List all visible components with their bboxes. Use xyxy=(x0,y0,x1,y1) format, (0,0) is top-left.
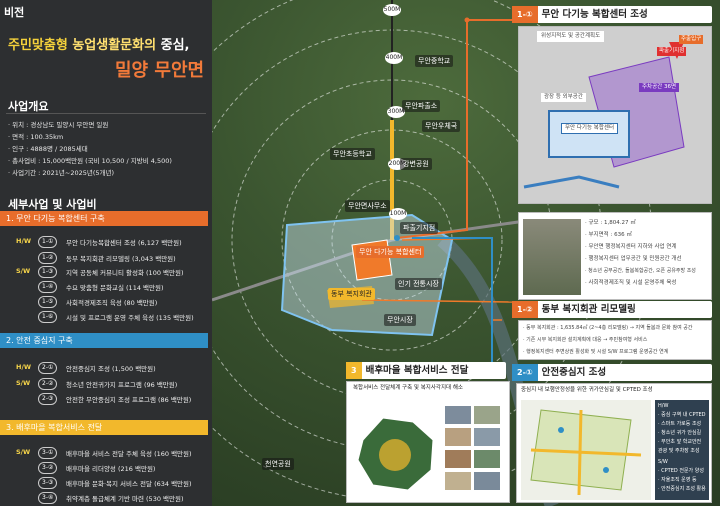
overview-line: · 사업기간 : 2021년~2025년(5개년) xyxy=(8,169,115,177)
map-label-riverside: 강변공원 xyxy=(400,158,432,170)
spec-line: · 부지면적 : 636 ㎡ xyxy=(585,232,632,238)
distance-400m: 400M xyxy=(385,52,403,64)
list-item: 3-④ 취약계층 돌급체계 기반 마련 (530 백만원) xyxy=(0,491,212,505)
page-title: 밀양 무안면 xyxy=(115,60,205,81)
list-item: 1-② 동부 복지회관 리모델링 (3,043 백만원) xyxy=(0,251,212,265)
list-item: 1-⑤ 사회적경제조직 육성 (80 백만원) xyxy=(0,295,212,309)
list-item: 1-⑥ 시설 및 프로그램 운영 주체 육성 (135 백만원) xyxy=(0,310,212,324)
list-item: 1-④ 수요 맞춤형 문화교실 (114 백만원) xyxy=(0,280,212,294)
panel3-subtitle: 복합서비스 전달체계 구축 및 복지사각지대 해소 xyxy=(353,385,463,391)
sidebar-line: · CPTED 전문가 양성 xyxy=(658,468,704,474)
map-label-police: 무안파출소 xyxy=(402,100,441,112)
panel4-subtitle: 중심지 내 보행안정성을 위한 귀가안심길 및 CPTED 조성 xyxy=(521,387,653,393)
section-2-header: 2. 안전 중심지 구축 xyxy=(0,333,208,348)
list-item: H/W 1-① 무안 다기능복합센터 조성 (6,127 백만원) xyxy=(16,236,182,248)
panel3-body: 복합서비스 전달체계 구축 및 복지사각지대 해소 xyxy=(346,381,510,503)
list-item: S/W 1-③ 지역 공동체 커뮤니티 활성화 (100 백만원) xyxy=(16,266,184,278)
map-label-market: 인기 전통시장 xyxy=(395,278,442,290)
desc-line: · 동부 복지회관 : 1,635.84㎡ (2~4층 리모델링) → 지역 돌… xyxy=(523,325,693,331)
plan-label: 무안 다기능 복합센터 xyxy=(561,123,619,134)
overview-line: · 위치 : 경상남도 밀양시 무안면 일원 xyxy=(8,121,109,129)
list-item: S/W 3-① 배후마을 서비스 전달 주체 육성 (160 백만원) xyxy=(16,447,192,459)
sidebar-line: · 청소년 귀가 안심길 xyxy=(658,430,702,436)
divider xyxy=(6,113,206,114)
safety-plan-drawing xyxy=(521,400,651,500)
sidebar-line: 관광 및 주차장 조성 xyxy=(658,448,700,454)
building-photo xyxy=(523,219,581,295)
sidebar-line: · 중심 구역 내 CPTED xyxy=(658,412,706,418)
plan-label: 위성지적도 및 공간계획도 xyxy=(537,31,605,42)
list-item: 3-③ 배후마을 문화·복지 서비스 전달 (634 백만원) xyxy=(0,476,212,490)
map-label-center: 무안 다기능 복합센터 xyxy=(356,246,425,258)
sidebar-line: · 무안초 앞 학교안전 xyxy=(658,439,702,445)
vision-tag: 비전 xyxy=(4,6,25,19)
sidebar-line: H/W xyxy=(658,403,669,409)
spec-line: · 무안면 행정복지센터 지하와 사업 연계 xyxy=(585,244,677,250)
sidebar-line: · 스마트 가로등 조성 xyxy=(658,421,702,427)
overview-line: · 총사업비 : 15,000백만원 (국비 10,500 / 지방비 4,50… xyxy=(8,157,172,165)
distance-100m: 100M xyxy=(389,208,407,220)
panel2-desc: · 동부 복지회관 : 1,635.84㎡ (2~4층 리모델링) → 지역 돌… xyxy=(518,320,712,360)
panel3-header: 3 배후마을 복합서비스 전달 xyxy=(346,362,506,379)
map-label-school: 무안초등학교 xyxy=(330,148,375,160)
spec-line: · 행정복지센터 업무공간 및 민원공간 개선 xyxy=(585,256,682,262)
map-label-sijang: 무안시장 xyxy=(384,314,416,326)
map-label-office: 무안면사무소 xyxy=(345,200,390,212)
sidebar-line: · 안전중심지 조성 활용 xyxy=(658,486,706,492)
overview-heading: 사업개요 xyxy=(8,100,49,113)
details-heading: 세부사업 및 사업비 xyxy=(8,198,97,211)
plan-label: 주차공간 36면 xyxy=(639,83,680,92)
panel1-plan: 위성지적도 및 공간계획도 광장 등 외부공간 무안 다기능 복합센터 주차공간… xyxy=(518,26,712,204)
section-3-header: 3. 배후마을 복합서비스 전달 xyxy=(0,420,208,435)
left-panel: 비전 주민맞춤형 농업생활문화의 중심, 밀양 무안면 사업개요 · 위치 : … xyxy=(0,0,212,506)
map-label-welfare: 동부 복지회관 xyxy=(328,288,375,300)
plan-label: 파출기지점 xyxy=(657,47,687,56)
map-label-park: 천연공원 xyxy=(262,458,294,470)
panel2-specs: · 규모 : 1,804.27 ㎡ · 부지면적 : 636 ㎡ · 무안면 행… xyxy=(518,212,712,300)
spec-line: · 사회적경제조직 및 시설 운영주체 육성 xyxy=(585,280,677,286)
plan-label: 주출입구 xyxy=(679,35,704,44)
list-item: 3-② 배후마을 리더양성 (216 백만원) xyxy=(0,461,212,475)
map-label-middle-school: 무안중학교 xyxy=(415,55,454,67)
sidebar-line: · 자율조직 운영 등 xyxy=(658,477,697,483)
title-line1: 주민맞춤형 농업생활문화의 중심, xyxy=(8,38,190,53)
map-label-post: 무안우체국 xyxy=(422,120,461,132)
plan-label: 광장 등 외부공간 xyxy=(541,93,586,102)
sidebar-line: S/W xyxy=(658,459,668,465)
list-item: S/W 2-② 청소년 안전귀가지 프로그램 (96 백만원) xyxy=(16,378,178,390)
section-1-header: 1. 무안 다기능 복합센터 구축 xyxy=(0,211,208,226)
overview-line: · 면적 : 100.35km xyxy=(8,133,64,141)
panel2-header: 1-② 동부 복지회관 리모델링 xyxy=(512,301,712,318)
map-label-bank: 파출기지점 xyxy=(400,222,439,234)
desc-line: · 행정복지센터 주변상권 활성화 및 시설 S/W 프로그램 운영공간 연계 xyxy=(523,349,669,355)
panel4-sidebar: H/W · 중심 구역 내 CPTED · 스마트 가로등 조성 · 청소년 귀… xyxy=(655,400,709,500)
desc-line: · 기존 시부 복지회관 설치계획에 대응 → 주민참여형 서비스 xyxy=(523,337,648,343)
spec-line: · 규모 : 1,804.27 ㎡ xyxy=(585,220,636,226)
panel1-header: 1-① 무안 다기능 복합센터 조성 xyxy=(512,6,712,23)
panel4-body: 중심지 내 보행안정성을 위한 귀가안심길 및 CPTED 조성 H/W · 중… xyxy=(516,383,712,503)
distance-500m: 500M xyxy=(383,4,401,16)
list-item: 2-③ 안전한 무안중심지 조성 프로그램 (86 백만원) xyxy=(0,392,212,406)
list-item: H/W 2-① 안전중심지 조성 (1,500 백만원) xyxy=(16,362,156,374)
overview-line: · 인구 : 4888명 / 2085세대 xyxy=(8,145,88,153)
panel4-header: 2-① 안전중심지 조성 xyxy=(512,364,712,381)
spec-line: · 청소년 공부공간, 돌봄복합공간, 오픈 공유주방 조성 xyxy=(585,268,696,274)
service-map-drawing xyxy=(357,406,500,491)
